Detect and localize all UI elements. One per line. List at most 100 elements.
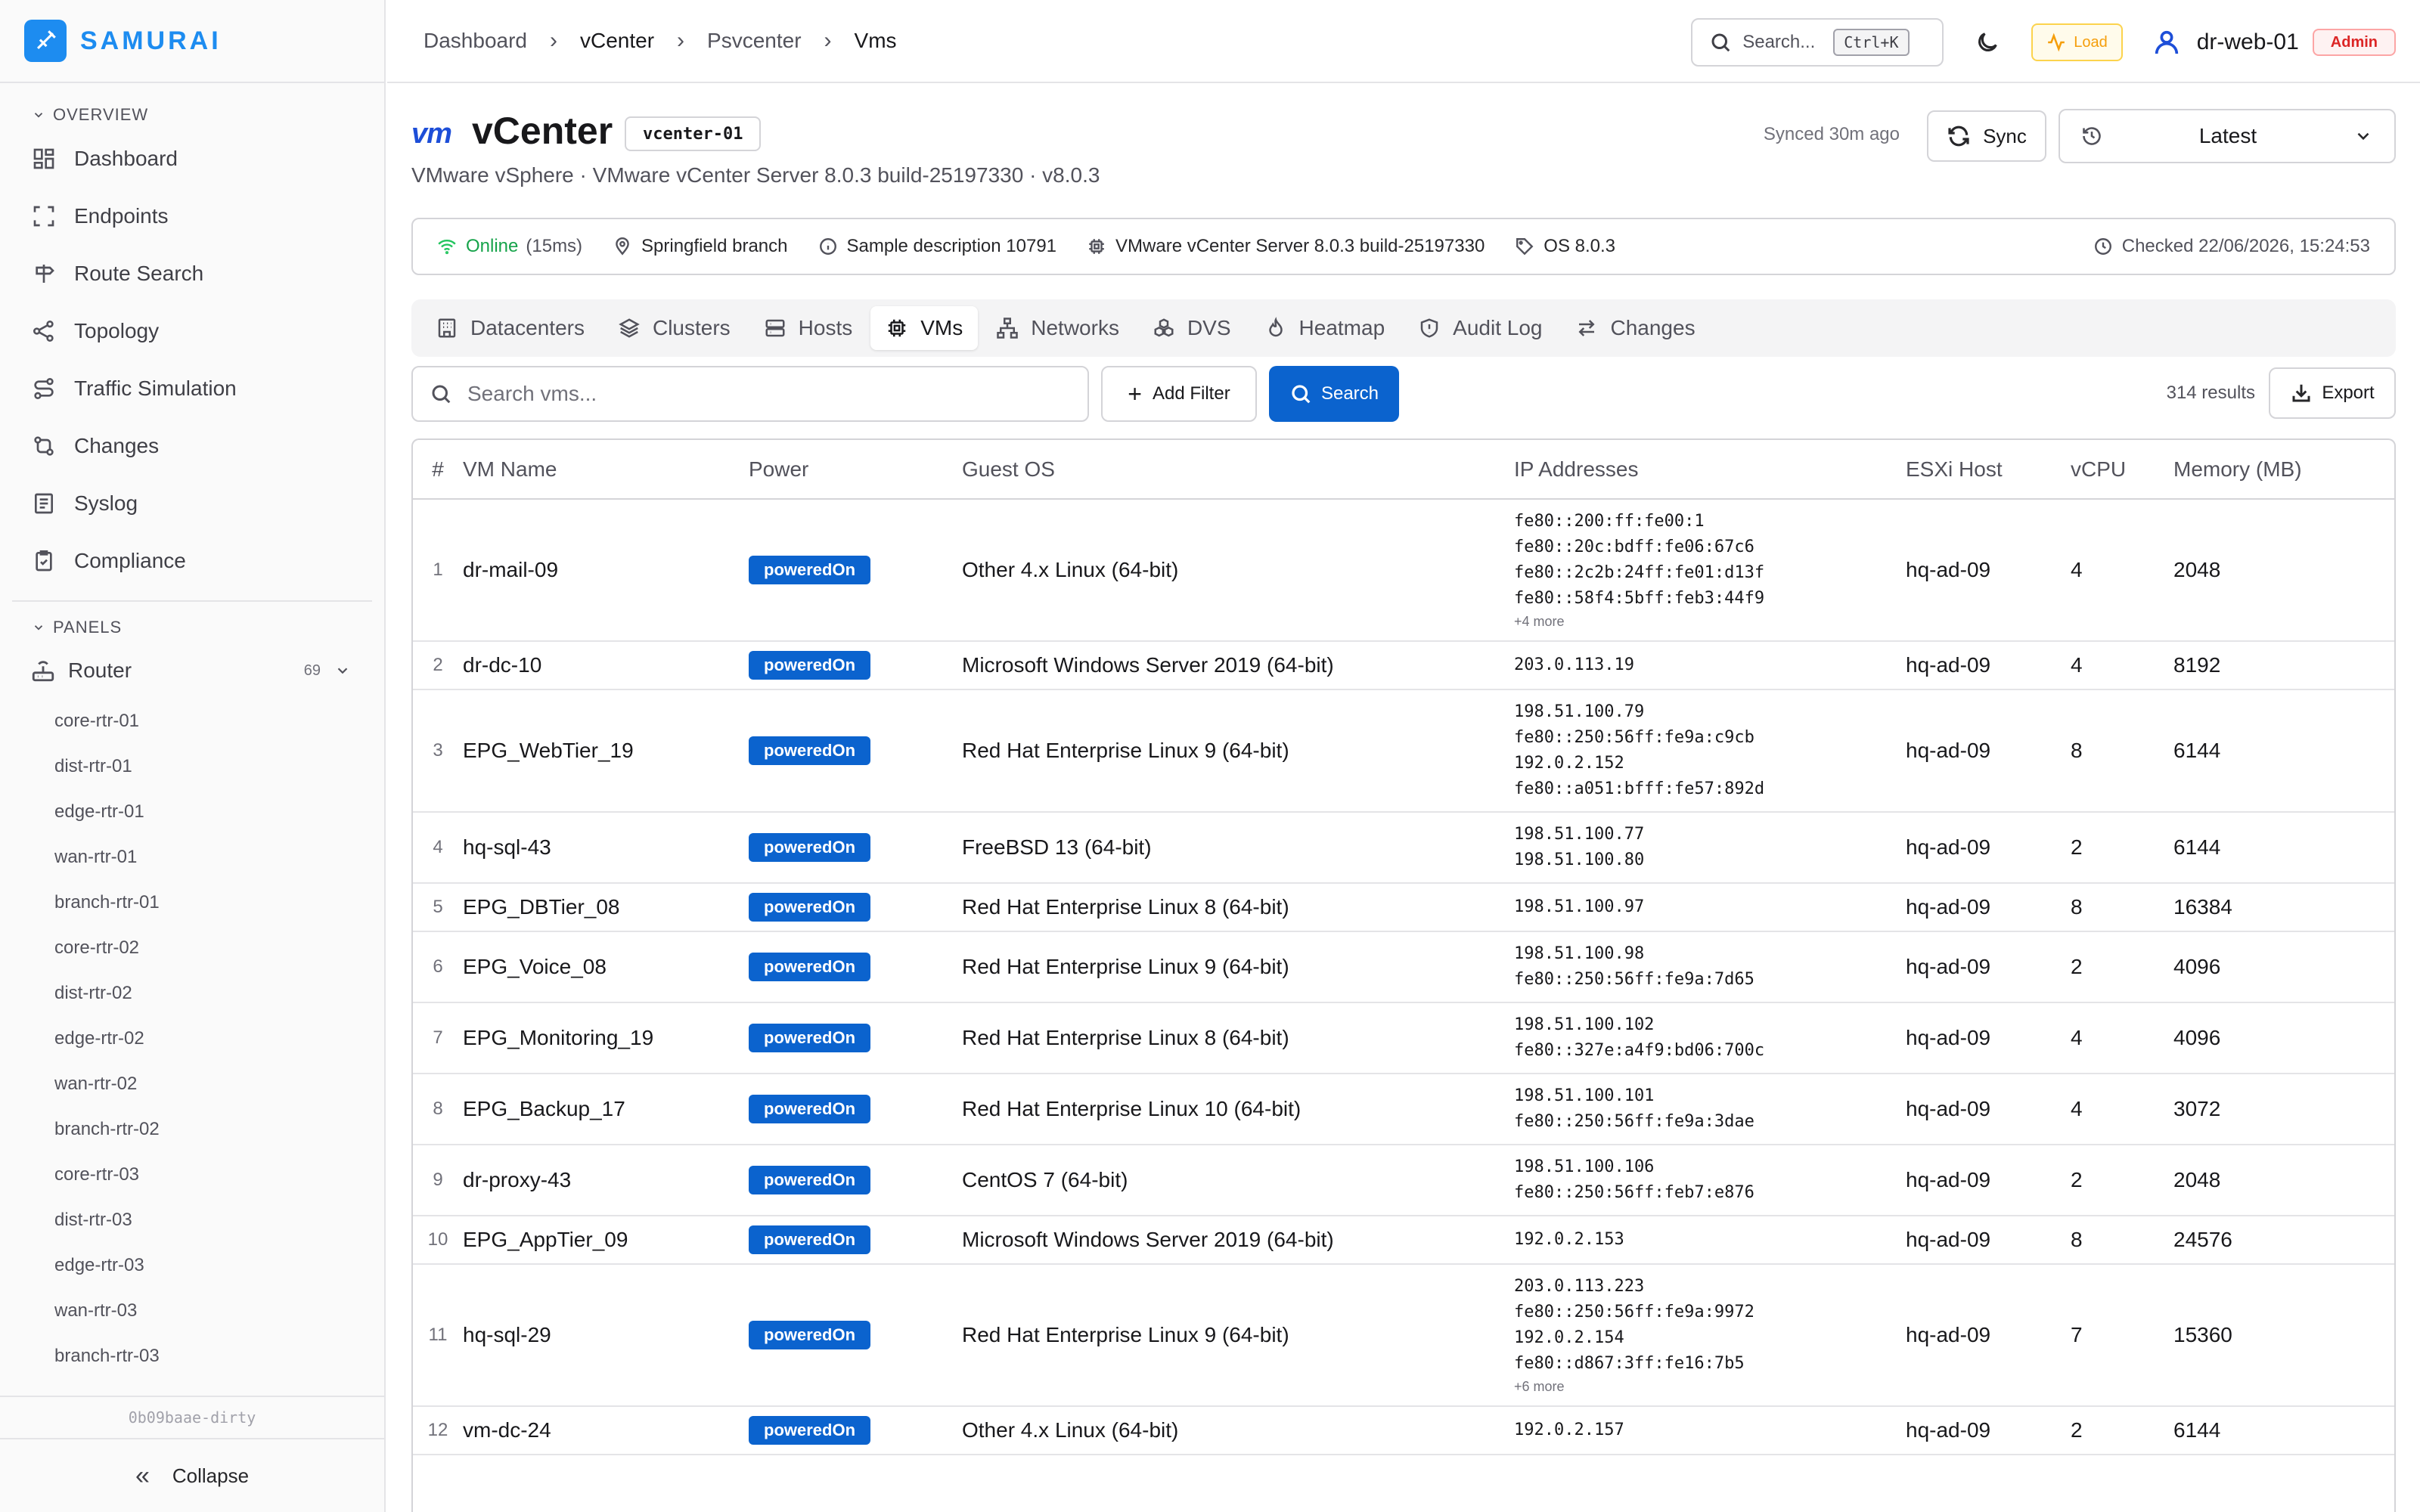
collapse-button[interactable]: « Collapse [0, 1438, 384, 1512]
col-guest-os[interactable]: Guest OS [962, 440, 1514, 500]
vm-name[interactable]: dr-proxy-43 [463, 1145, 749, 1216]
sidebar-item-route-search[interactable]: Route Search [0, 245, 384, 302]
table-row[interactable]: 5 EPG_DBTier_08 poweredOn Red Hat Enterp… [413, 883, 2394, 932]
ip-address: fe80::250:56ff:fe9a:c9cb [1514, 728, 1754, 747]
table-row[interactable]: 7 EPG_Monitoring_19 poweredOn Red Hat En… [413, 1002, 2394, 1074]
vm-name[interactable]: EPG_Voice_08 [463, 931, 749, 1003]
router-item[interactable]: wan-rtr-03 [0, 1288, 384, 1334]
search-button[interactable]: Search [1269, 366, 1399, 422]
tab-audit-log[interactable]: Audit Log [1403, 306, 1557, 350]
col-index[interactable]: # [413, 440, 463, 500]
ip-more-link[interactable]: +4 more [1514, 612, 1906, 631]
section-panels[interactable]: PANELS [0, 612, 384, 643]
breadcrumb-psvcenter[interactable]: Psvcenter [707, 29, 802, 53]
vm-name[interactable]: dr-dc-10 [463, 641, 749, 690]
load-button[interactable]: Load [2031, 23, 2123, 61]
tab-hosts[interactable]: Hosts [749, 306, 868, 350]
theme-toggle-button[interactable] [1972, 27, 2003, 57]
table-row[interactable]: 1 dr-mail-09 poweredOn Other 4.x Linux (… [413, 499, 2394, 642]
vm-name[interactable]: EPG_AppTier_09 [463, 1216, 749, 1265]
tab-changes[interactable]: Changes [1560, 306, 1710, 350]
ip-addresses: 198.51.100.77 198.51.100.80 [1514, 812, 1906, 884]
vm-name[interactable]: EPG_Backup_17 [463, 1074, 749, 1145]
ip-more-link[interactable]: +6 more [1514, 1377, 1906, 1396]
product-label: VMware vCenter Server 8.0.3 build-251973… [1115, 236, 1485, 256]
sidebar-item-syslog[interactable]: Syslog [0, 475, 384, 532]
ip-addresses: 198.51.100.106 fe80::250:56ff:feb7:e876 [1514, 1145, 1906, 1216]
table-row[interactable]: 11 hq-sql-29 poweredOn Red Hat Enterpris… [413, 1264, 2394, 1407]
vm-name[interactable]: dr-mail-09 [463, 499, 749, 642]
vm-search-input[interactable]: Search vms... [411, 366, 1089, 422]
col-ip-addresses[interactable]: IP Addresses [1514, 440, 1906, 500]
table-row[interactable]: 4 hq-sql-43 poweredOn FreeBSD 13 (64-bit… [413, 812, 2394, 884]
table-row[interactable]: 10 EPG_AppTier_09 poweredOn Microsoft Wi… [413, 1216, 2394, 1265]
power-badge: poweredOn [749, 1321, 871, 1349]
sidebar-item-dashboard[interactable]: Dashboard [0, 130, 384, 187]
table-row[interactable]: 6 EPG_Voice_08 poweredOn Red Hat Enterpr… [413, 931, 2394, 1003]
tab-datacenters[interactable]: Datacenters [420, 306, 600, 350]
router-item[interactable]: dist-rtr-02 [0, 971, 384, 1016]
snapshot-select[interactable]: Latest [2059, 109, 2396, 163]
col-memory[interactable]: Memory (MB) [2173, 440, 2394, 500]
app-logo[interactable]: SAMURAI [0, 0, 384, 83]
tab-networks[interactable]: Networks [981, 306, 1134, 350]
section-overview[interactable]: OVERVIEW [0, 100, 384, 130]
ip-address: fe80::250:56ff:fe9a:7d65 [1514, 970, 1754, 989]
sidebar-item-endpoints[interactable]: Endpoints [0, 187, 384, 245]
user-menu[interactable]: dr-web-01 Admin [2152, 27, 2396, 57]
sidebar-item-compliance[interactable]: Compliance [0, 532, 384, 590]
tab-clusters[interactable]: Clusters [603, 306, 746, 350]
table-row[interactable]: 12 vm-dc-24 poweredOn Other 4.x Linux (6… [413, 1406, 2394, 1455]
router-item[interactable]: wan-rtr-02 [0, 1061, 384, 1107]
app-name: SAMURAI [80, 26, 222, 55]
router-item[interactable]: edge-rtr-03 [0, 1243, 384, 1288]
col-esxi-host[interactable]: ESXi Host [1906, 440, 2071, 500]
vm-name[interactable]: hq-sql-43 [463, 812, 749, 884]
signpost-icon [36, 265, 54, 283]
router-item[interactable]: core-rtr-03 [0, 1152, 384, 1198]
vm-name[interactable]: vm-dc-24 [463, 1406, 749, 1455]
table-row[interactable]: 3 EPG_WebTier_19 poweredOn Red Hat Enter… [413, 689, 2394, 813]
col-vcpu[interactable]: vCPU [2071, 440, 2173, 500]
router-item[interactable]: branch-rtr-03 [0, 1334, 384, 1379]
router-item[interactable]: core-rtr-01 [0, 699, 384, 744]
router-item[interactable]: branch-rtr-02 [0, 1107, 384, 1152]
tab-dvs[interactable]: DVS [1137, 306, 1246, 350]
tab-heatmap[interactable]: Heatmap [1249, 306, 1401, 350]
table-row[interactable]: 9 dr-proxy-43 poweredOn CentOS 7 (64-bit… [413, 1145, 2394, 1216]
main-content: vm vCenter vcenter-01 VMware vSphere · V… [411, 83, 2396, 1512]
col-vm-name[interactable]: VM Name [463, 440, 749, 500]
router-item[interactable]: edge-rtr-01 [0, 789, 384, 835]
sidebar-group-router[interactable]: Router 69 [0, 643, 384, 699]
ip-addresses: 198.51.100.101 fe80::250:56ff:fe9a:3dae [1514, 1074, 1906, 1145]
sync-button[interactable]: Sync [1927, 110, 2046, 162]
breadcrumb-vcenter[interactable]: vCenter [580, 29, 654, 53]
ip-address: fe80::200:ff:fe00:1 [1514, 512, 1705, 531]
table-row[interactable]: 2 dr-dc-10 poweredOn Microsoft Windows S… [413, 641, 2394, 690]
global-search-button[interactable]: Search... Ctrl+K [1691, 18, 1944, 67]
add-filter-button[interactable]: + Add Filter [1101, 366, 1257, 422]
router-item[interactable]: wan-rtr-01 [0, 835, 384, 880]
search-icon [1292, 385, 1311, 404]
vm-name[interactable]: EPG_Monitoring_19 [463, 1002, 749, 1074]
col-power[interactable]: Power [749, 440, 962, 500]
router-item[interactable]: dist-rtr-01 [0, 744, 384, 789]
table-row[interactable]: 8 EPG_Backup_17 poweredOn Red Hat Enterp… [413, 1074, 2394, 1145]
export-button[interactable]: Export [2269, 367, 2396, 419]
tab-vms[interactable]: VMs [870, 306, 979, 350]
vm-name[interactable]: EPG_WebTier_19 [463, 689, 749, 813]
vcpu: 4 [2071, 1002, 2173, 1074]
sidebar-item-topology[interactable]: Topology [0, 302, 384, 360]
sidebar-item-traffic-simulation[interactable]: Traffic Simulation [0, 360, 384, 417]
router-item[interactable]: core-rtr-02 [0, 925, 384, 971]
guest-os: Microsoft Windows Server 2019 (64-bit) [962, 641, 1514, 690]
vm-name[interactable]: hq-sql-29 [463, 1264, 749, 1407]
sidebar-item-changes[interactable]: Changes [0, 417, 384, 475]
router-item[interactable]: edge-rtr-02 [0, 1016, 384, 1061]
topbar-actions: Search... Ctrl+K Load dr-web-01 Admin [1691, 18, 2396, 67]
router-item[interactable]: branch-rtr-01 [0, 880, 384, 925]
router-item[interactable]: dist-rtr-03 [0, 1198, 384, 1243]
vm-name[interactable]: EPG_DBTier_08 [463, 883, 749, 932]
breadcrumb-dashboard[interactable]: Dashboard [424, 29, 527, 53]
row-index: 4 [413, 812, 463, 884]
